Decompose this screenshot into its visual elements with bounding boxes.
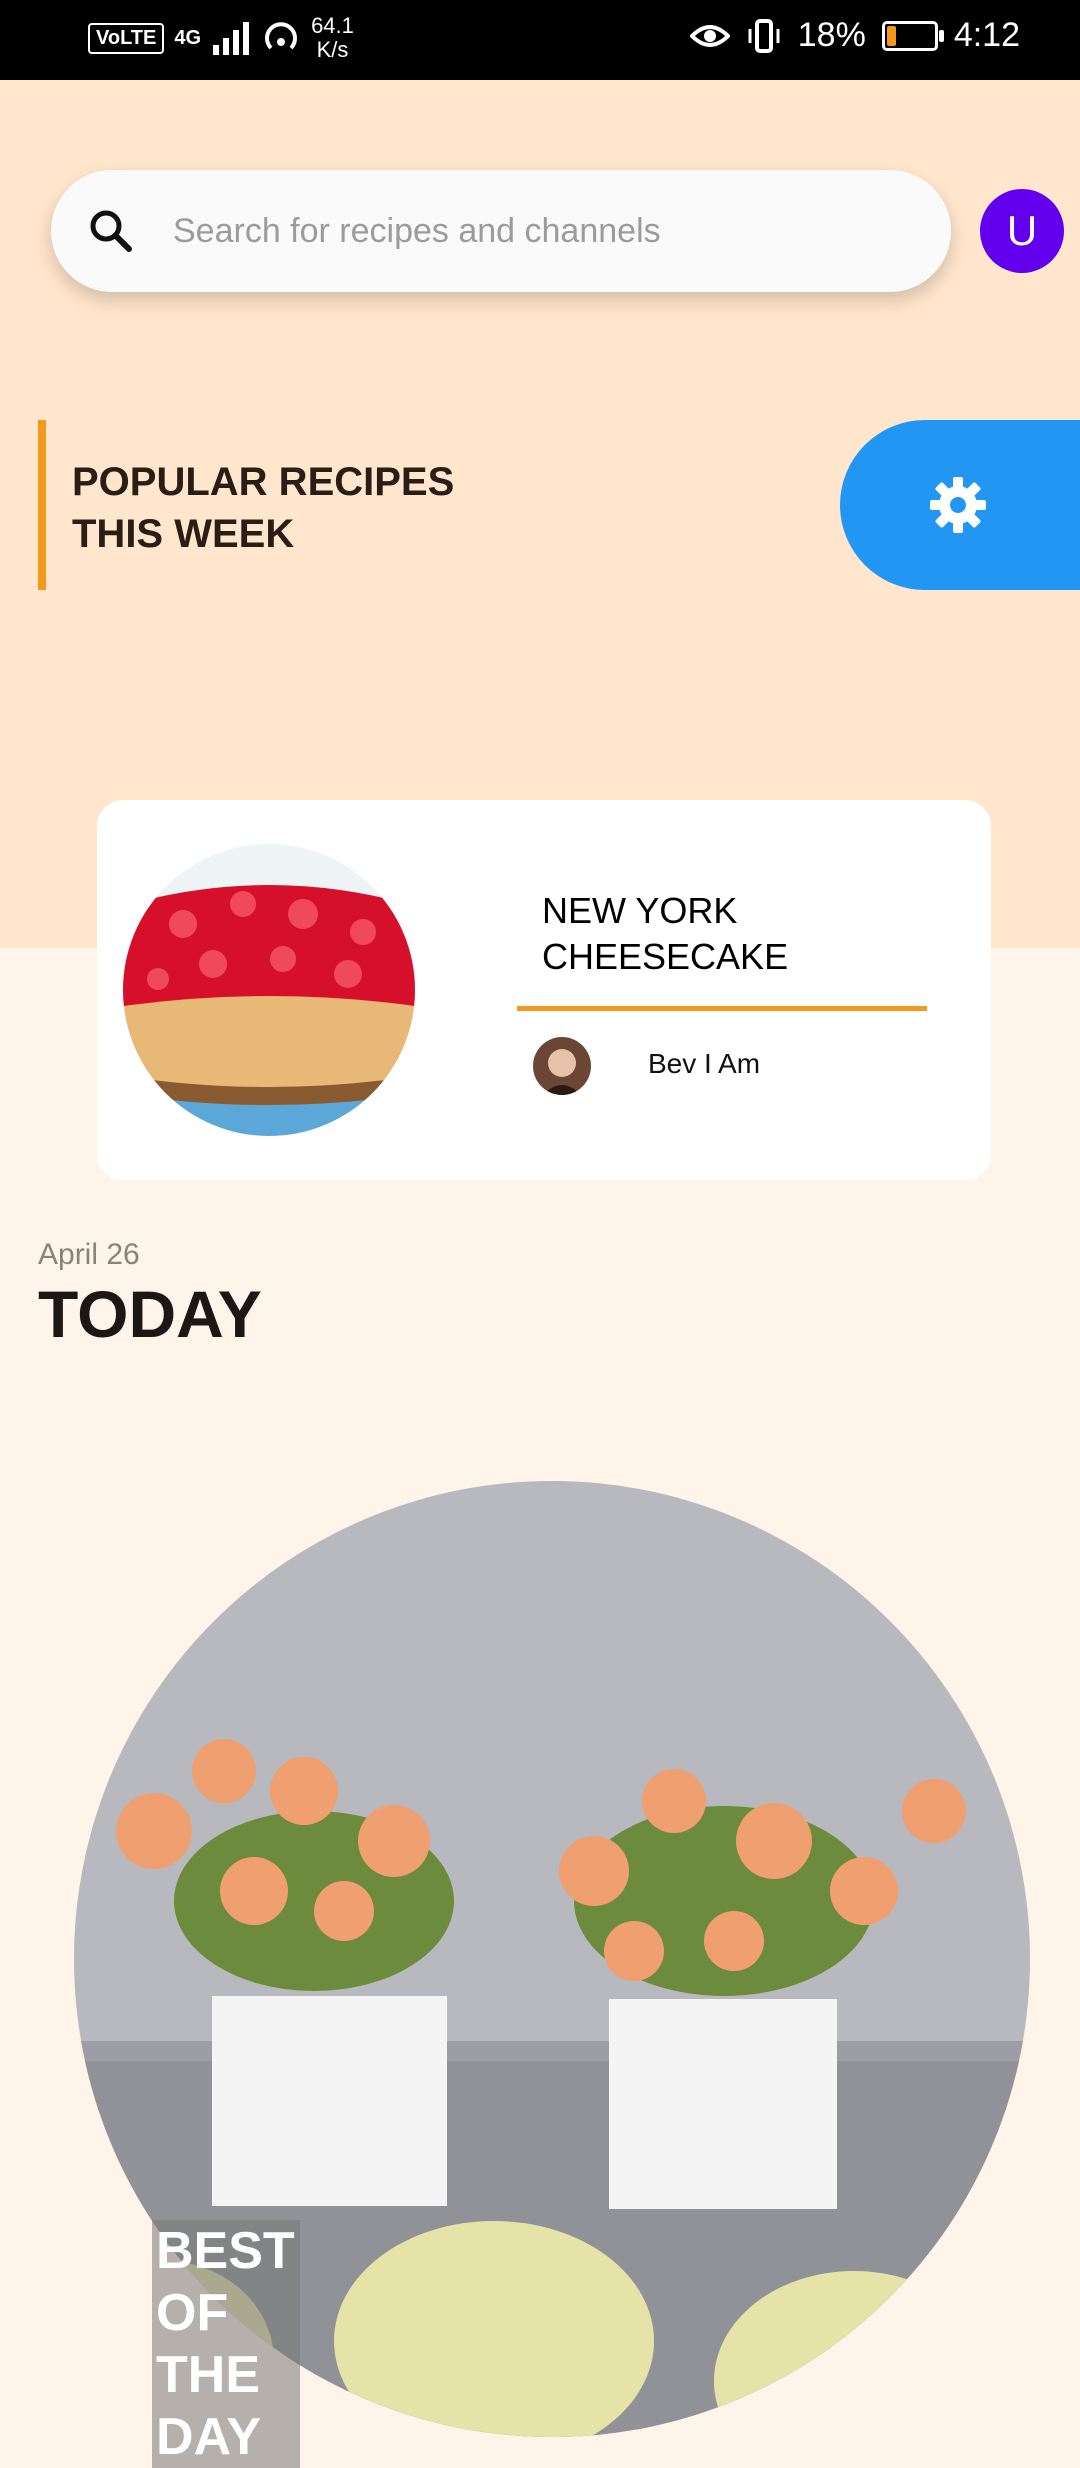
- battery-icon: [881, 20, 944, 51]
- recipe-card[interactable]: NEW YORK CHEESECAKE Bev I Am: [97, 800, 991, 1180]
- search-icon[interactable]: [87, 207, 135, 255]
- recipe-divider: [517, 1006, 927, 1011]
- cheesecake-image: [123, 844, 415, 1136]
- date-label: April 26: [38, 1238, 140, 1271]
- today-heading: TODAY: [38, 1277, 262, 1351]
- vibrate-icon: [748, 18, 780, 53]
- eye-icon: [689, 24, 730, 47]
- clock: 4:12: [953, 16, 1020, 54]
- settings-button[interactable]: [840, 420, 1080, 590]
- search-bar[interactable]: [51, 170, 951, 292]
- best-of-day-label: BEST OF THE DAY: [152, 2220, 300, 2468]
- section-accent-bar: [38, 420, 46, 590]
- recipe-title[interactable]: NEW YORK CHEESECAKE: [542, 888, 922, 980]
- battery-percent: 18%: [797, 16, 866, 54]
- signal-icon: [213, 22, 250, 55]
- author-avatar[interactable]: [533, 1037, 591, 1095]
- profile-avatar[interactable]: U: [980, 189, 1064, 273]
- battery-fill: [886, 25, 896, 46]
- gear-icon: [930, 477, 986, 533]
- network-type: 4G: [174, 26, 202, 49]
- search-input[interactable]: [171, 210, 935, 252]
- hotspot-icon: [265, 22, 298, 50]
- popular-recipes-title: POPULAR RECIPES THIS WEEK: [72, 460, 455, 556]
- author-name[interactable]: Bev I Am: [648, 1048, 760, 1080]
- network-speed: 64.1 K/s: [311, 13, 354, 62]
- status-bar: VoLTE 4G 64.1 K/s 18% 4:12: [0, 0, 1080, 80]
- volte-indicator: VoLTE: [88, 22, 165, 54]
